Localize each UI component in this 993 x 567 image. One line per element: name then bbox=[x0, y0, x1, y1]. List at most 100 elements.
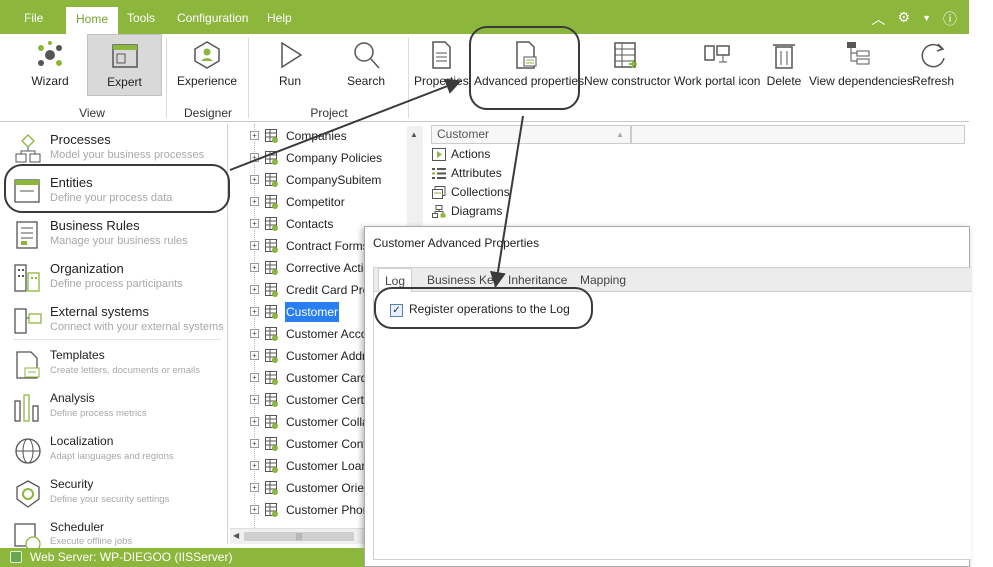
actions-icon bbox=[432, 148, 446, 161]
entity-icon bbox=[265, 217, 278, 231]
nav-title: Organization bbox=[50, 261, 124, 276]
menu-home[interactable]: Home bbox=[66, 7, 119, 34]
entity-icon bbox=[265, 349, 278, 363]
expand-icon[interactable]: + bbox=[250, 461, 259, 470]
expand-icon[interactable]: + bbox=[250, 417, 259, 426]
trash-icon bbox=[765, 34, 803, 74]
entity-icon bbox=[265, 459, 278, 473]
nav-title: Scheduler bbox=[50, 520, 105, 534]
expand-icon[interactable]: + bbox=[250, 263, 259, 272]
expand-icon[interactable]: + bbox=[250, 351, 259, 360]
collapse-ribbon-icon[interactable]: ︿ bbox=[872, 9, 886, 29]
expand-icon[interactable]: + bbox=[250, 175, 259, 184]
scroll-left-icon[interactable]: ◀ bbox=[233, 531, 239, 540]
nav-subtitle: Define process metrics bbox=[50, 408, 147, 419]
nav-item-analysis[interactable]: Analysis Define process metrics bbox=[13, 391, 225, 429]
expand-icon[interactable]: + bbox=[250, 505, 259, 514]
nav-item-processes[interactable]: Processes Model your business processes bbox=[13, 132, 225, 170]
advanced-properties-button[interactable]: Advanced properties bbox=[474, 34, 585, 96]
entity-icon bbox=[265, 129, 278, 143]
left-navigation: Processes Model your business processes … bbox=[5, 124, 226, 548]
view-dependencies-button[interactable]: View dependencies bbox=[809, 34, 913, 96]
nav-item-organization[interactable]: Organization Define process participants bbox=[13, 261, 225, 299]
scroll-up-icon[interactable]: ▲ bbox=[410, 130, 418, 139]
delete-button[interactable]: Delete bbox=[765, 34, 803, 96]
expand-icon[interactable]: + bbox=[250, 241, 259, 250]
expand-icon[interactable]: + bbox=[250, 285, 259, 294]
advanced-properties-label: Advanced properties bbox=[474, 74, 585, 88]
expand-icon[interactable]: + bbox=[250, 439, 259, 448]
tab-log[interactable]: Log bbox=[378, 268, 413, 293]
expand-icon[interactable]: + bbox=[250, 373, 259, 382]
nav-item-scheduler[interactable]: Scheduler Execute offline jobs bbox=[13, 520, 225, 548]
entity-icon bbox=[265, 327, 278, 341]
wizard-icon bbox=[22, 34, 78, 74]
gear-icon[interactable]: ⚙ bbox=[898, 9, 911, 29]
tab-mapping[interactable]: Mapping bbox=[574, 268, 632, 292]
nav-item-business-rules[interactable]: Business Rules Manage your business rule… bbox=[13, 218, 225, 256]
nav-item-external-systems[interactable]: External systems Connect with your exter… bbox=[13, 304, 225, 342]
menu-help[interactable]: Help bbox=[267, 0, 292, 34]
search-button[interactable]: Search bbox=[340, 34, 392, 96]
expand-icon[interactable]: + bbox=[250, 307, 259, 316]
entity-icon bbox=[265, 151, 278, 165]
expand-icon[interactable]: + bbox=[250, 131, 259, 140]
expand-icon[interactable]: + bbox=[250, 153, 259, 162]
properties-button[interactable]: Properties bbox=[414, 34, 469, 96]
nav-item-localization[interactable]: Localization Adapt languages and regions bbox=[13, 434, 225, 472]
refresh-button[interactable]: Refresh bbox=[911, 34, 955, 96]
menu-tools[interactable]: Tools bbox=[127, 0, 155, 34]
experience-button[interactable]: Experience bbox=[176, 34, 238, 96]
menu-file[interactable]: File bbox=[24, 0, 43, 34]
diagrams-icon bbox=[432, 205, 446, 218]
expand-icon[interactable]: + bbox=[250, 219, 259, 228]
entities-icon bbox=[13, 177, 43, 207]
menu-configuration[interactable]: Configuration bbox=[177, 0, 248, 34]
tree-item-label: Customer Cont bbox=[286, 437, 367, 451]
nav-title: Entities bbox=[50, 175, 93, 190]
tree-item-label: Credit Card Pro bbox=[286, 283, 370, 297]
entity-icon bbox=[265, 481, 278, 495]
run-button[interactable]: Run bbox=[270, 34, 310, 96]
expand-icon[interactable]: + bbox=[250, 395, 259, 404]
nav-item-templates[interactable]: Templates Create letters, documents or e… bbox=[13, 348, 225, 386]
external-systems-icon bbox=[13, 306, 43, 336]
nav-title: Security bbox=[50, 477, 94, 491]
view-dependencies-label: View dependencies bbox=[809, 74, 913, 88]
nav-subtitle: Manage your business rules bbox=[50, 235, 188, 247]
tree-item-label: Customer Orier bbox=[286, 481, 369, 495]
nav-divider bbox=[13, 339, 221, 340]
expand-icon[interactable]: + bbox=[250, 329, 259, 338]
expert-icon bbox=[88, 35, 161, 75]
scroll-thumb[interactable]: ||| bbox=[244, 532, 354, 541]
expert-button[interactable]: Expert bbox=[87, 34, 162, 96]
window-controls: ︿ ⚙ ▼ ⓘ bbox=[872, 9, 957, 29]
nav-subtitle: Create letters, documents or emails bbox=[50, 365, 200, 376]
nav-item-entities[interactable]: Entities Define your process data bbox=[13, 175, 225, 213]
tab-business-key[interactable]: Business Key bbox=[421, 268, 506, 292]
wizard-button[interactable]: Wizard bbox=[22, 34, 78, 96]
tab-inheritance[interactable]: Inheritance bbox=[502, 268, 573, 292]
chevron-down-icon[interactable]: ▼ bbox=[922, 9, 931, 29]
entity-icon bbox=[265, 503, 278, 517]
entity-icon bbox=[265, 371, 278, 385]
column-header[interactable]: Customer ▲ bbox=[431, 125, 631, 144]
expand-icon[interactable]: + bbox=[250, 483, 259, 492]
work-portal-icon-button[interactable]: Work portal icon bbox=[674, 34, 760, 96]
analysis-icon bbox=[13, 393, 43, 423]
ribbon-separator bbox=[248, 38, 249, 118]
entity-icon bbox=[265, 305, 278, 319]
expert-label: Expert bbox=[107, 75, 142, 89]
nav-title: Templates bbox=[50, 348, 105, 362]
advanced-properties-dialog: Customer Advanced Properties Log Busines… bbox=[364, 226, 972, 567]
tree-item-label: Customer Loan bbox=[286, 459, 369, 473]
properties-icon bbox=[414, 34, 468, 74]
nav-item-security[interactable]: Security Define your security settings bbox=[13, 477, 225, 515]
security-icon bbox=[13, 479, 43, 509]
status-text: Web Server: WP-DIEGOO (IISServer) bbox=[30, 550, 233, 564]
nav-subtitle: Define your process data bbox=[50, 192, 173, 204]
register-log-checkbox[interactable]: ✓ bbox=[390, 304, 403, 317]
new-constructor-button[interactable]: New constructor bbox=[584, 34, 671, 96]
expand-icon[interactable]: + bbox=[250, 197, 259, 206]
help-icon[interactable]: ⓘ bbox=[943, 9, 957, 29]
